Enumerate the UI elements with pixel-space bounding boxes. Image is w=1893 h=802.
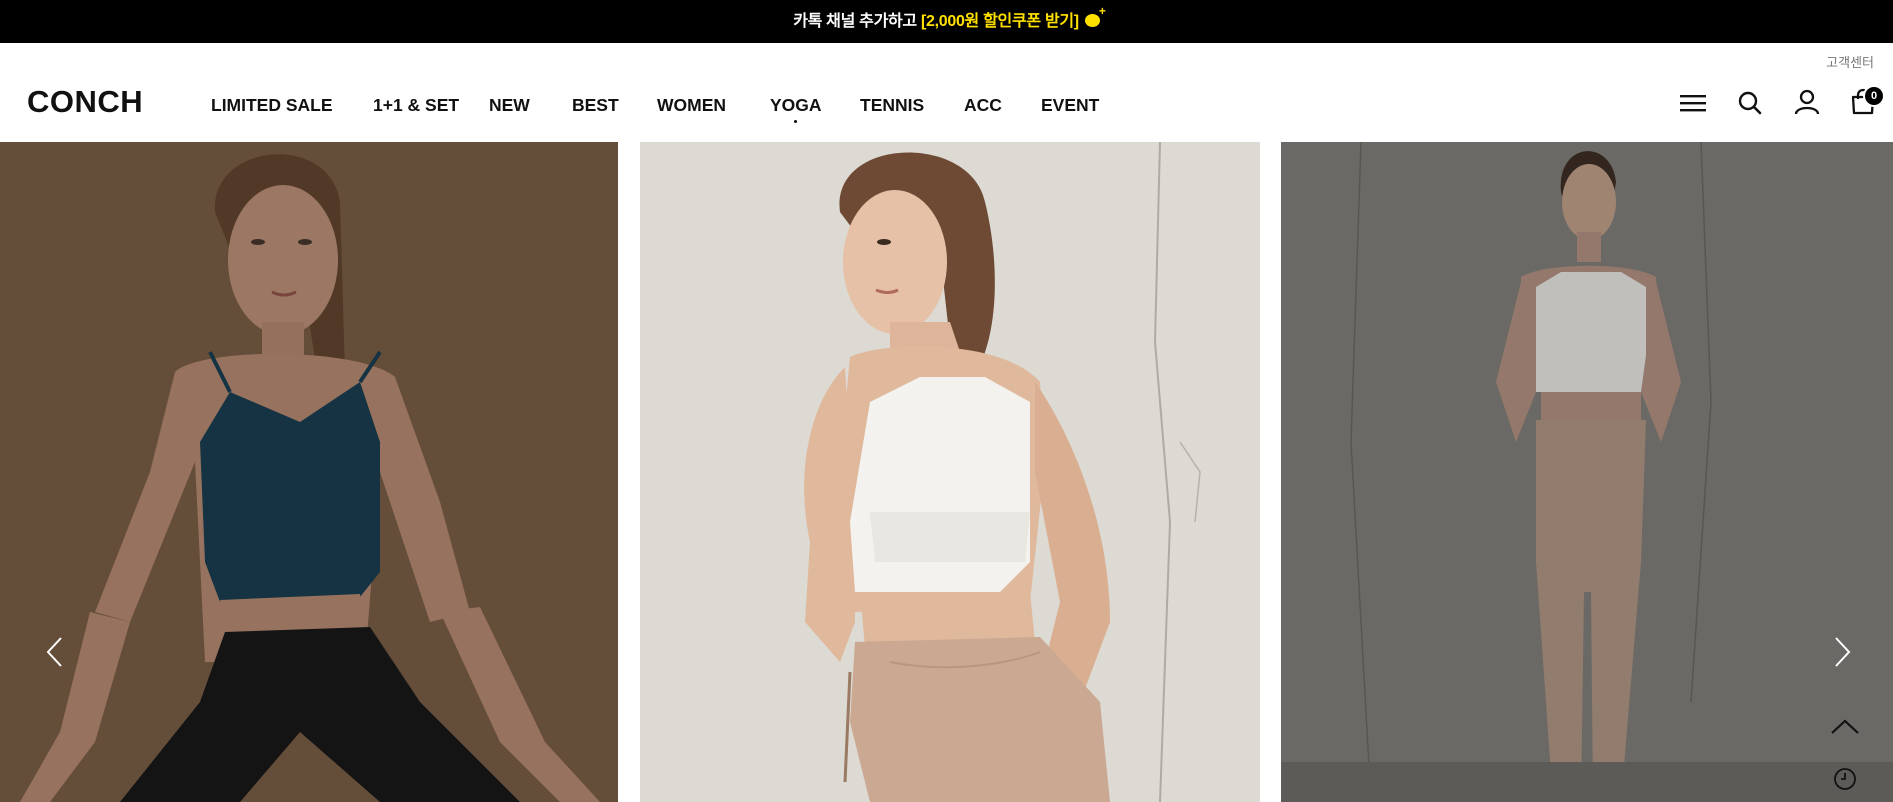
- chevron-right-icon[interactable]: [1834, 636, 1852, 673]
- nav-event[interactable]: EVENT: [1041, 93, 1099, 117]
- menu-icon[interactable]: [1679, 91, 1707, 115]
- user-icon[interactable]: [1793, 88, 1821, 116]
- nav-limited-sale[interactable]: LIMITED SALE: [211, 93, 333, 117]
- nav-women[interactable]: WOMEN: [657, 93, 726, 117]
- nav-yoga-indicator: [794, 120, 797, 123]
- model-photo-2: [640, 142, 1260, 802]
- recent-view-icon[interactable]: [1833, 767, 1857, 796]
- kakao-plus-icon: [1084, 5, 1106, 28]
- chevron-left-icon[interactable]: [45, 636, 63, 673]
- scroll-top-icon[interactable]: [1830, 718, 1860, 741]
- site-header: 고객센터 CONCH LIMITED SALE 1+1 & SET NEW BE…: [0, 43, 1893, 142]
- model-photo-3: [1281, 142, 1893, 802]
- nav-1plus1-set[interactable]: 1+1 & SET: [373, 93, 459, 117]
- customer-center-link[interactable]: 고객센터: [1826, 52, 1874, 71]
- nav-tennis[interactable]: TENNIS: [860, 93, 924, 117]
- promo-banner[interactable]: 카톡 채널 추가하고 [2,000원 할인쿠폰 받기]: [0, 0, 1893, 43]
- cart-count-badge: 0: [1865, 87, 1883, 105]
- logo[interactable]: CONCH: [27, 84, 143, 120]
- nav-new[interactable]: NEW: [489, 93, 530, 117]
- slide-2[interactable]: [640, 142, 1260, 802]
- slide-1[interactable]: [0, 142, 618, 802]
- search-icon[interactable]: [1737, 90, 1763, 116]
- model-photo-1: [0, 142, 618, 802]
- nav-yoga[interactable]: YOGA: [770, 93, 822, 117]
- promo-coupon-text: [2,000원 할인쿠폰 받기]: [920, 13, 1079, 30]
- slide-3[interactable]: [1281, 142, 1893, 802]
- nav-best[interactable]: BEST: [572, 93, 619, 117]
- nav-acc[interactable]: ACC: [964, 93, 1002, 117]
- promo-text: 카톡 채널 추가하고: [793, 13, 921, 30]
- hero-slider[interactable]: [0, 142, 1893, 802]
